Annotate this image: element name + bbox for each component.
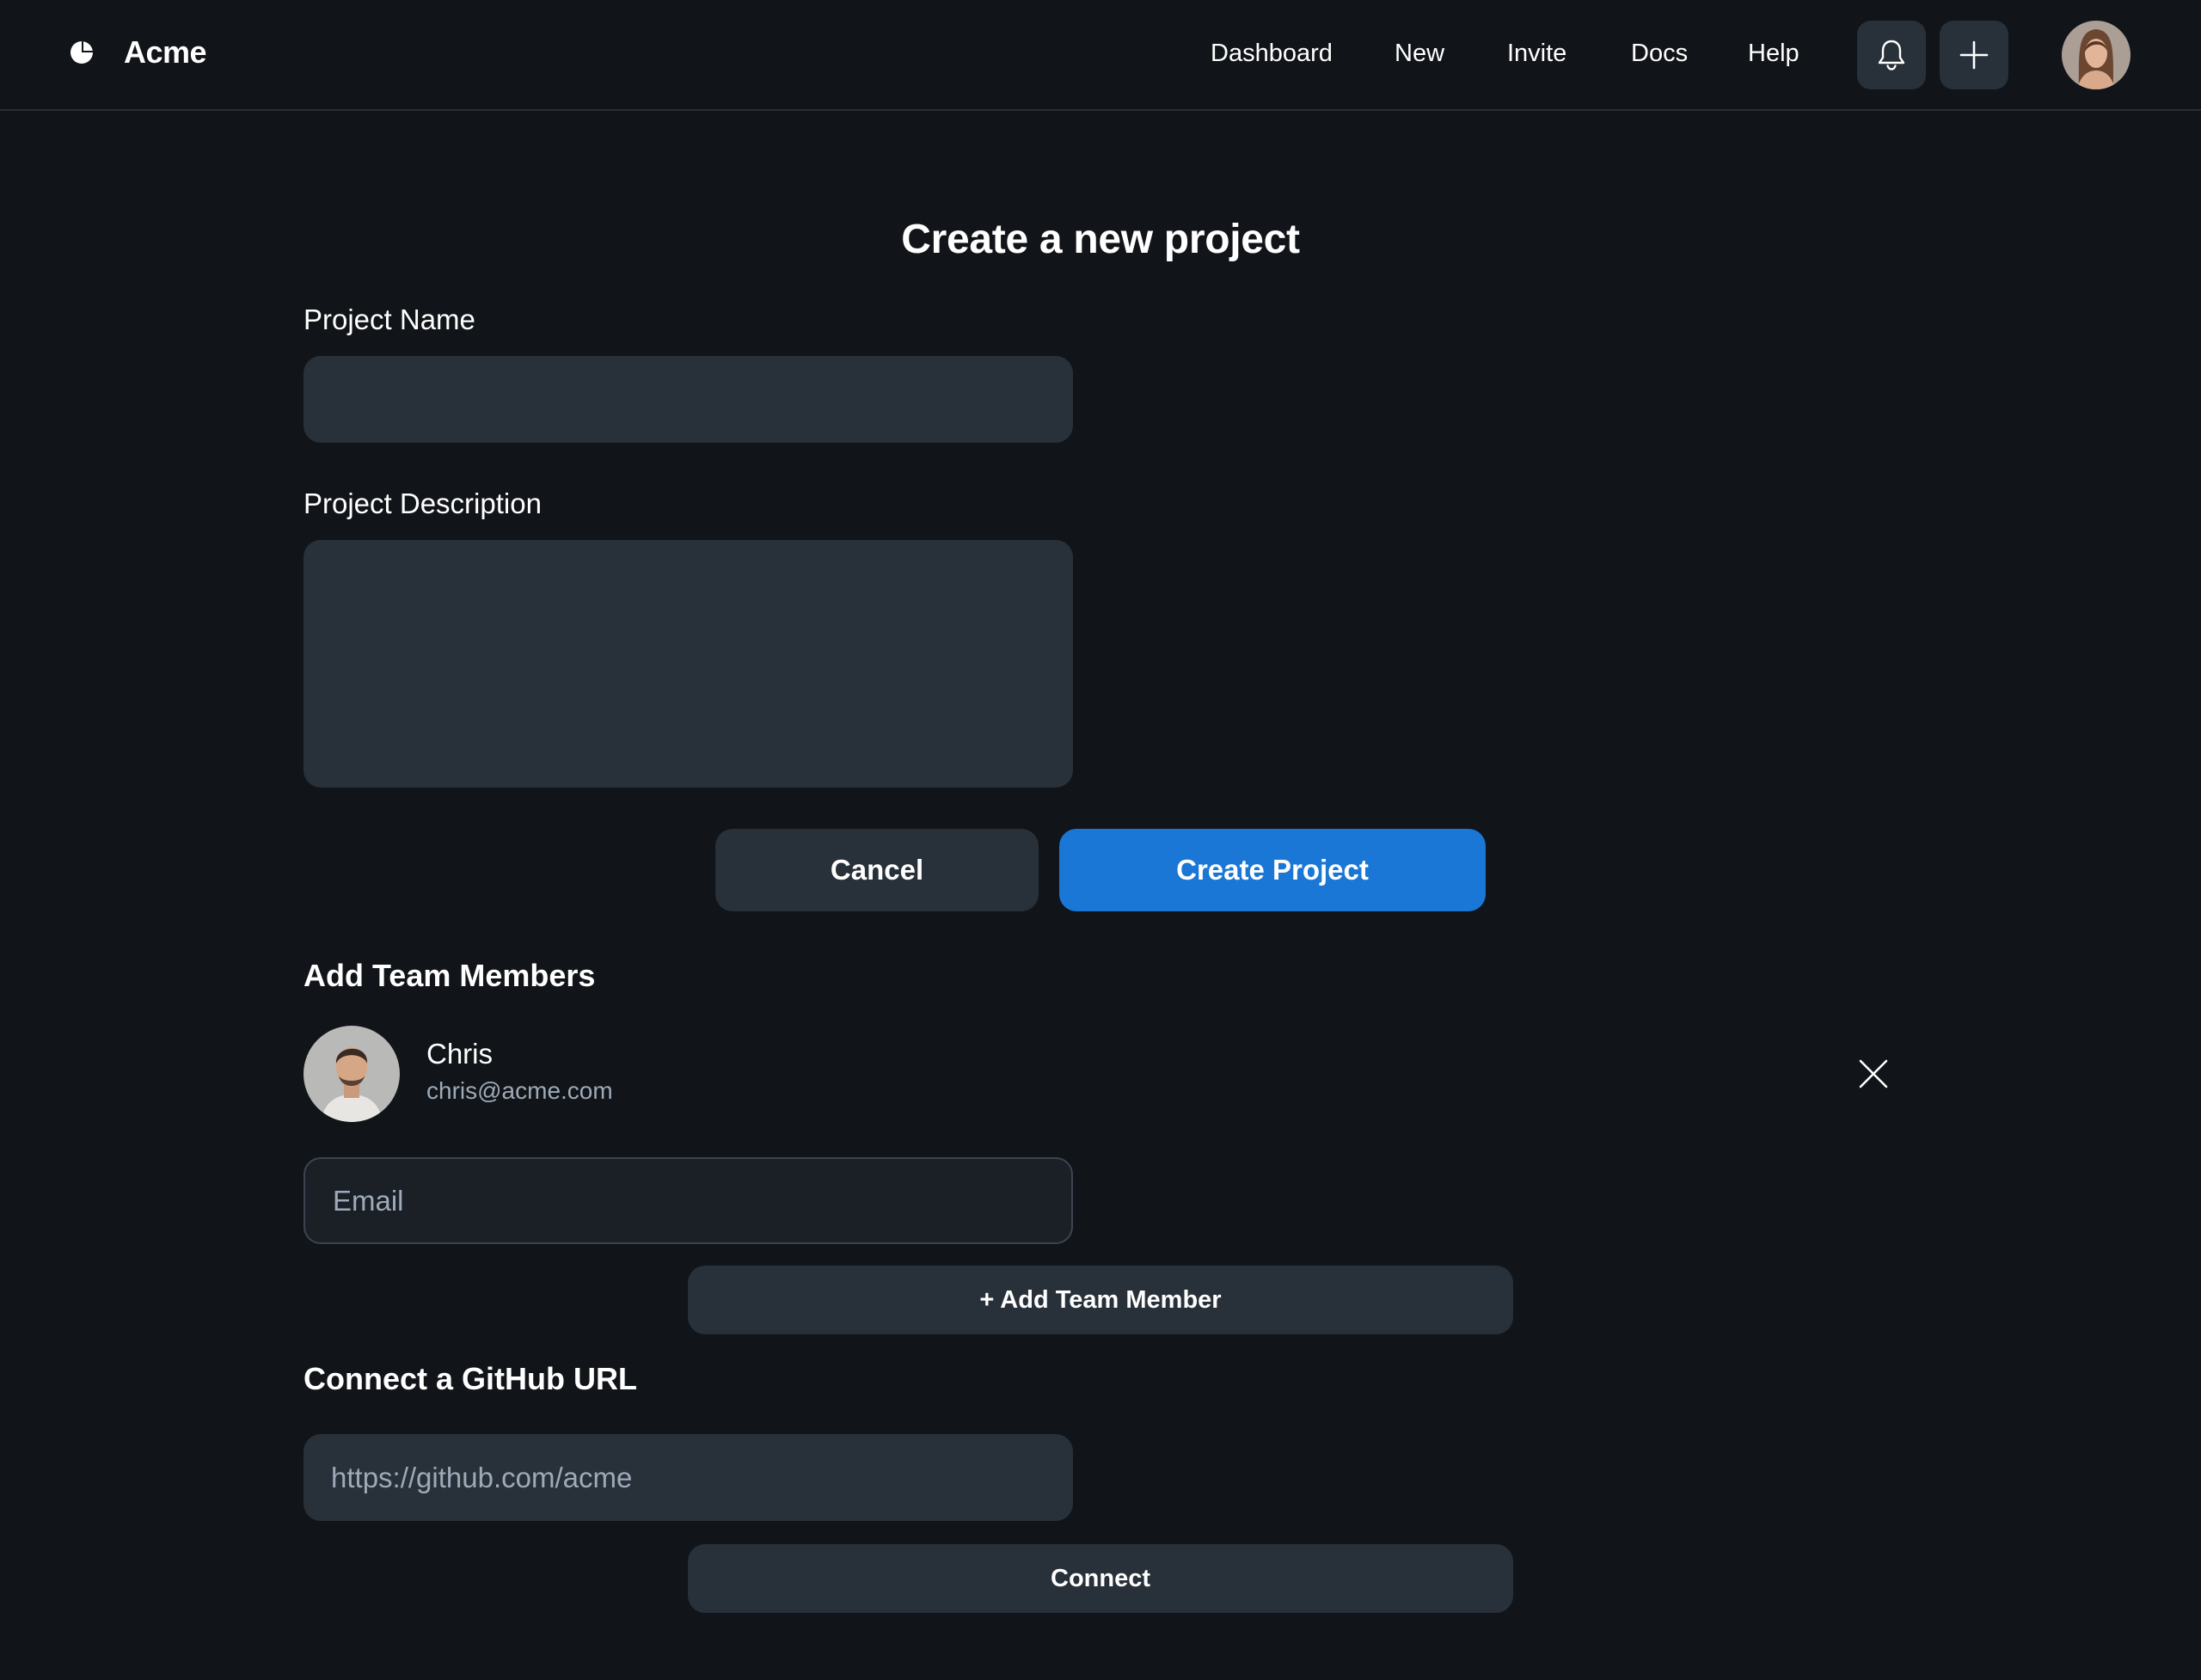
email-placeholder: Email bbox=[333, 1184, 404, 1217]
acme-logo-icon[interactable] bbox=[69, 40, 95, 65]
member-email: chris@acme.com bbox=[426, 1077, 613, 1104]
brand-name[interactable]: Acme bbox=[124, 33, 207, 72]
create-project-button[interactable]: Create Project bbox=[1059, 829, 1486, 911]
connect-button[interactable]: Connect bbox=[688, 1544, 1513, 1613]
project-description-label: Project Description bbox=[303, 487, 542, 519]
nav-docs[interactable]: Docs bbox=[1631, 33, 1688, 74]
project-name-input[interactable] bbox=[303, 356, 1073, 443]
cancel-button[interactable]: Cancel bbox=[715, 829, 1039, 911]
nav-help[interactable]: Help bbox=[1748, 33, 1799, 74]
nav-new[interactable]: New bbox=[1395, 33, 1444, 74]
add-team-member-button[interactable]: + Add Team Member bbox=[688, 1266, 1513, 1334]
member-photo bbox=[303, 1026, 400, 1122]
member-avatar bbox=[303, 1026, 400, 1122]
nav-dashboard[interactable]: Dashboard bbox=[1211, 33, 1333, 74]
bell-icon bbox=[1878, 40, 1905, 71]
create-new-button[interactable] bbox=[1940, 21, 2008, 89]
user-avatar[interactable] bbox=[2062, 21, 2130, 89]
project-name-label: Project Name bbox=[303, 304, 475, 335]
notifications-button[interactable] bbox=[1857, 21, 1926, 89]
plus-icon bbox=[1959, 40, 1989, 70]
github-section-title: Connect a GitHub URL bbox=[303, 1361, 637, 1396]
remove-member-close-icon[interactable] bbox=[1857, 1058, 1890, 1090]
member-name: Chris bbox=[426, 1038, 494, 1070]
github-url-input[interactable]: https://github.com/acme bbox=[303, 1434, 1073, 1521]
team-section-title: Add Team Members bbox=[303, 958, 596, 993]
page-title: Create a new project bbox=[901, 217, 1300, 262]
nav-invite[interactable]: Invite bbox=[1507, 33, 1566, 74]
user-photo bbox=[2062, 21, 2130, 89]
member-email-input[interactable]: Email bbox=[303, 1157, 1073, 1244]
top-navbar: Acme Dashboard New Invite Docs Help bbox=[0, 0, 2201, 111]
project-description-textarea[interactable] bbox=[303, 540, 1073, 788]
github-url-placeholder: https://github.com/acme bbox=[331, 1461, 633, 1493]
